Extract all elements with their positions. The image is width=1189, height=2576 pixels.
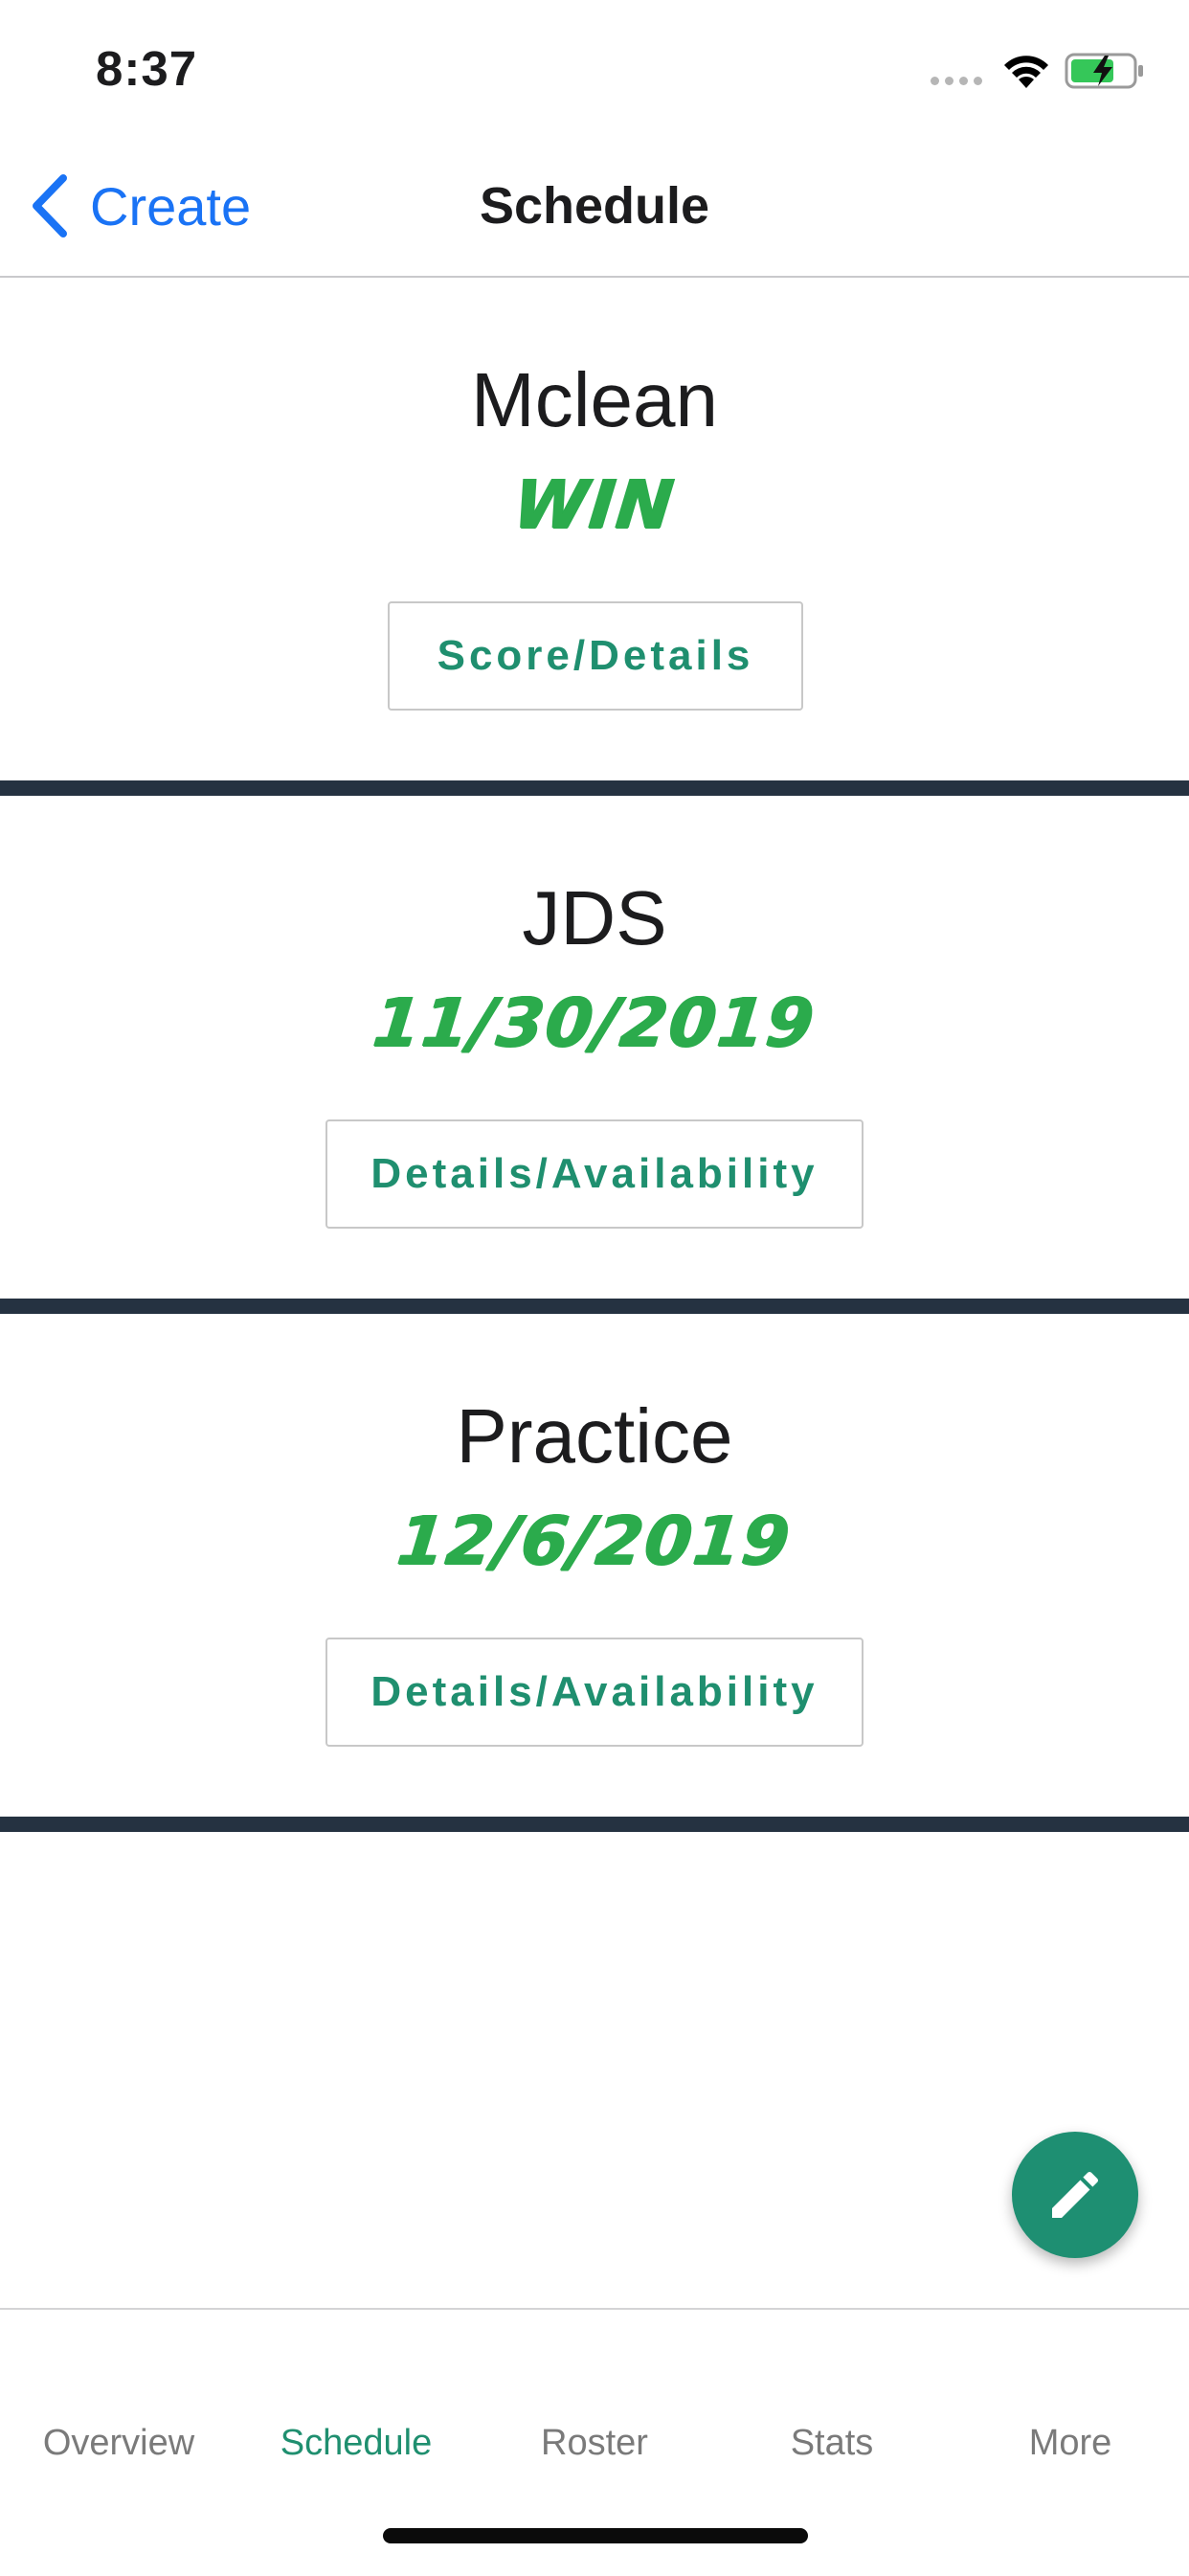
tab-roster[interactable]: Roster [476,2423,713,2464]
tab-more[interactable]: More [952,2423,1189,2464]
schedule-list: Mclean WIN Score/Details JDS 11/30/2019 … [0,278,1189,1832]
event-card: Practice 12/6/2019 Details/Availability [0,1314,1189,1832]
event-name: JDS [522,875,667,960]
details-availability-button[interactable]: Details/Availability [325,1119,864,1229]
event-card: Mclean WIN Score/Details [0,278,1189,796]
event-result: WIN [509,465,680,544]
battery-charging-icon [1065,53,1143,89]
pencil-icon [1052,2171,1099,2218]
status-time: 8:37 [96,41,198,96]
status-bar: 8:37 [0,0,1189,134]
navigation-bar: Create Schedule [0,134,1189,278]
page-title: Schedule [479,177,710,235]
tab-schedule[interactable]: Schedule [237,2423,475,2464]
event-date: 12/6/2019 [393,1502,796,1580]
wifi-icon [1004,56,1048,88]
edit-fab-button[interactable] [1012,2132,1138,2258]
event-name: Mclean [471,357,718,442]
divider [0,1299,1189,1314]
score-details-button[interactable]: Score/Details [388,601,803,711]
divider [0,1817,1189,1832]
event-card: JDS 11/30/2019 Details/Availability [0,796,1189,1314]
tab-stats[interactable]: Stats [713,2423,951,2464]
divider [0,780,1189,796]
home-indicator [383,2528,808,2543]
event-name: Practice [456,1393,733,1479]
cellular-signal-icon [931,77,982,85]
details-availability-button[interactable]: Details/Availability [325,1638,864,1747]
tab-overview[interactable]: Overview [0,2423,237,2464]
event-date: 11/30/2019 [370,983,819,1062]
